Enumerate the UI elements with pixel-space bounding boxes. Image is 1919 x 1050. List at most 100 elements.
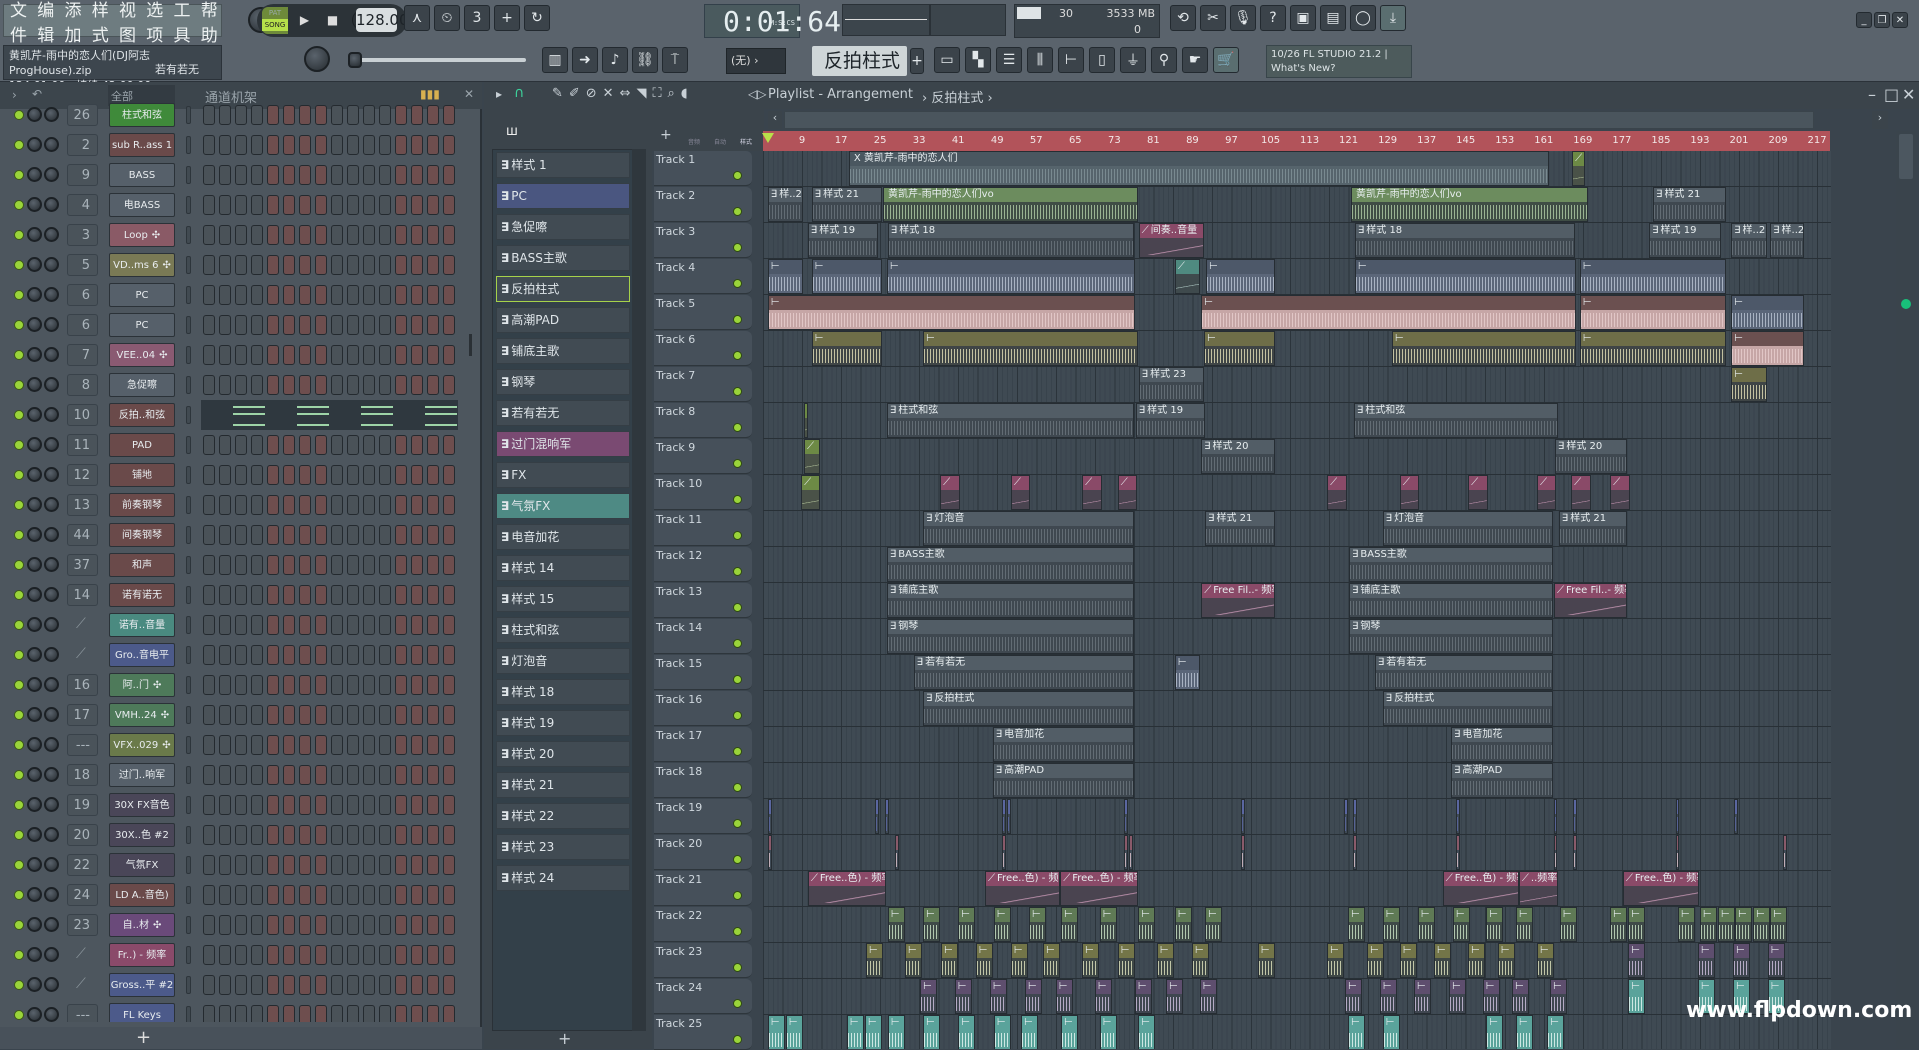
playlist-clip[interactable] — [1573, 799, 1577, 834]
step-button[interactable] — [203, 675, 215, 695]
step-button[interactable] — [315, 195, 327, 215]
step-button[interactable] — [331, 255, 343, 275]
step-button[interactable] — [427, 855, 439, 875]
channel-volume-knob[interactable] — [44, 947, 59, 962]
channel-mixer-track[interactable]: 44 — [67, 524, 98, 546]
step-button[interactable] — [331, 555, 343, 575]
tab-audio[interactable]: 音频 — [688, 137, 700, 146]
playlist-clip[interactable]: ⊢ — [1770, 907, 1788, 942]
playlist-vertical-scrollbar[interactable] — [1896, 131, 1916, 1049]
channel-mute-led[interactable] — [14, 1010, 24, 1020]
playlist-clip[interactable]: ⊢ — [1515, 907, 1534, 942]
step-button[interactable] — [379, 975, 391, 995]
channel-scrollbar[interactable] — [466, 112, 476, 1012]
channel-pan-knob[interactable] — [27, 707, 42, 722]
step-button[interactable] — [315, 585, 327, 605]
step-button[interactable] — [203, 915, 215, 935]
channel-mute-led[interactable] — [14, 590, 24, 600]
step-button[interactable] — [331, 795, 343, 815]
step-button[interactable] — [395, 105, 407, 125]
channel-name-button[interactable]: PC — [109, 283, 175, 307]
step-button[interactable] — [235, 795, 247, 815]
step-button[interactable] — [219, 555, 231, 575]
step-button[interactable] — [251, 885, 263, 905]
step-button[interactable] — [235, 525, 247, 545]
track-enable-led[interactable] — [733, 819, 742, 828]
step-button[interactable] — [347, 165, 359, 185]
step-button[interactable] — [427, 285, 439, 305]
playlist-clip[interactable]: ⊢ — [1082, 943, 1100, 978]
tempo-tapper-icon[interactable]: ⚲ — [1151, 47, 1177, 73]
step-button[interactable] — [363, 735, 375, 755]
step-button[interactable] — [299, 195, 311, 215]
channel-mute-led[interactable] — [14, 920, 24, 930]
channel-pan-knob[interactable] — [27, 767, 42, 782]
step-button[interactable] — [283, 765, 295, 785]
step-button[interactable] — [203, 975, 215, 995]
step-button[interactable] — [283, 705, 295, 725]
playlist-clip[interactable]: ⊢ — [811, 331, 883, 366]
channel-name-button[interactable]: 铺地 — [109, 463, 175, 487]
step-button[interactable] — [299, 345, 311, 365]
step-button[interactable] — [363, 495, 375, 515]
playlist-clip[interactable] — [1002, 799, 1006, 834]
step-button[interactable] — [427, 1005, 439, 1022]
step-button[interactable] — [443, 375, 455, 395]
playlist-clip[interactable]: ⊢ — [920, 979, 938, 1014]
step-button[interactable] — [219, 675, 231, 695]
pattern-item[interactable]: ∃ 样式 14 — [496, 555, 630, 581]
step-button[interactable] — [411, 825, 423, 845]
step-button[interactable] — [347, 795, 359, 815]
step-button[interactable] — [443, 765, 455, 785]
playlist-clip[interactable]: ⊢ — [1021, 1015, 1039, 1049]
add-pattern-button[interactable]: + — [910, 48, 924, 74]
step-button[interactable] — [331, 105, 343, 125]
playlist-clip[interactable]: ∃ 样..2 — [767, 187, 803, 222]
step-button[interactable] — [331, 585, 343, 605]
step-button[interactable] — [283, 735, 295, 755]
channel-name-button[interactable]: BASS — [109, 163, 175, 187]
tab-automation[interactable]: 自动 — [714, 137, 726, 146]
channel-row[interactable]: 16 阿..门 ✣ — [0, 670, 470, 700]
playlist-clip[interactable]: ∃ 样式 19 — [1649, 223, 1721, 258]
channel-pan-knob[interactable] — [27, 677, 42, 692]
step-button[interactable] — [443, 585, 455, 605]
step-button[interactable] — [411, 315, 423, 335]
channel-mixer-track[interactable]: 6 — [67, 284, 98, 306]
step-button[interactable] — [251, 195, 263, 215]
channel-volume-knob[interactable] — [44, 917, 59, 932]
channel-volume-knob[interactable] — [44, 617, 59, 632]
step-button[interactable] — [443, 495, 455, 515]
step-button[interactable] — [363, 525, 375, 545]
channel-name-button[interactable]: 30X FX音色 — [109, 793, 175, 817]
step-button[interactable] — [427, 375, 439, 395]
step-button[interactable] — [203, 885, 215, 905]
step-button[interactable] — [203, 735, 215, 755]
pattern-item[interactable]: ∃ 气氛FX — [496, 493, 630, 519]
step-button[interactable] — [379, 495, 391, 515]
playlist-clip[interactable]: ⊢ — [1536, 943, 1555, 978]
channel-mixer-track[interactable]: --- — [67, 1004, 98, 1022]
step-button[interactable] — [331, 945, 343, 965]
channel-mute-led[interactable] — [14, 260, 24, 270]
step-button[interactable] — [427, 435, 439, 455]
step-button[interactable] — [283, 585, 295, 605]
channel-volume-knob[interactable] — [44, 497, 59, 512]
channel-volume-knob[interactable] — [44, 467, 59, 482]
playlist-clip[interactable]: ∃ 反拍柱式 — [923, 691, 1134, 726]
channel-select[interactable] — [186, 136, 191, 154]
timeline-ruler[interactable]: 9 17 25 33 41 49 57 65 73 81 89 97 105 113 121 129 137 14… — [762, 131, 1830, 151]
step-button[interactable] — [347, 225, 359, 245]
channel-mixer-track[interactable]: 17 — [67, 704, 98, 726]
step-button[interactable] — [443, 555, 455, 575]
step-button[interactable] — [411, 165, 423, 185]
step-button[interactable] — [363, 135, 375, 155]
channel-mute-led[interactable] — [14, 320, 24, 330]
step-button[interactable] — [347, 345, 359, 365]
plugin-icon[interactable]: ⏚ — [1120, 47, 1146, 73]
playlist-clip[interactable] — [1124, 835, 1128, 870]
step-button[interactable] — [443, 615, 455, 635]
step-button[interactable] — [363, 675, 375, 695]
step-button[interactable] — [299, 765, 311, 785]
playlist-clip[interactable]: ∃ 电音加花 — [992, 727, 1134, 762]
